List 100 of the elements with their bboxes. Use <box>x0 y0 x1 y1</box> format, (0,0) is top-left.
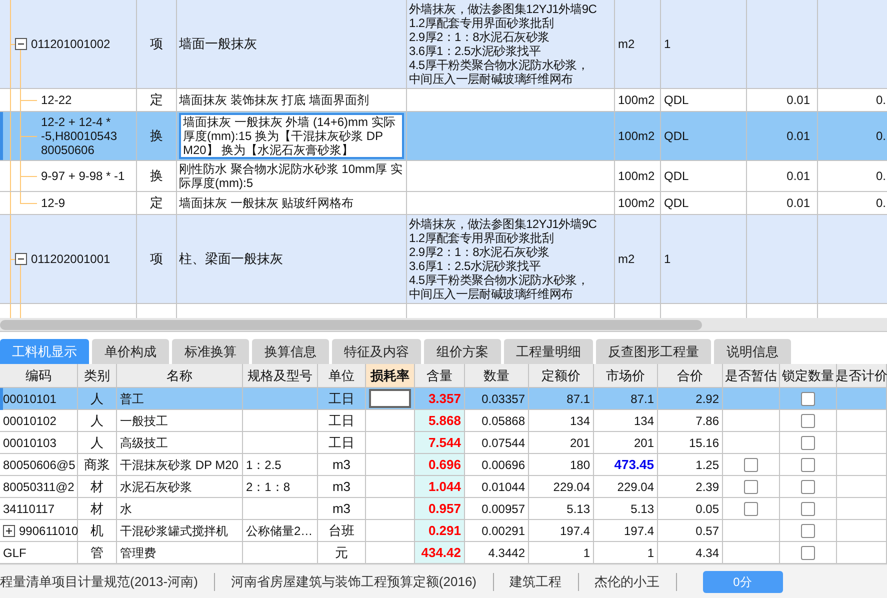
market-price-text: 134 <box>634 412 654 430</box>
expression-text: QDL <box>664 168 689 185</box>
name-text: 管理费 <box>120 544 156 562</box>
quota-price-text: 5.13 <box>566 500 590 518</box>
table-row[interactable]: 011201001002 项 墙面一般抹灰 外墙抹灰，做法参图集12YJ1外墙9C 1.2厚配套专用界面砂浆批刮 2.9厚2：1：8水泥石灰砂浆 3.6厚1：2.5水泥砂浆找平 4.5厚干粉类聚合物水泥防水砂浆， 中间压入一层耐碱玻璃纤维网布 m2 1 <box>0 0 887 89</box>
horizontal-scrollbar[interactable] <box>0 318 887 332</box>
category-text: 材 <box>90 478 104 496</box>
quantity-text: 0.01044 <box>482 478 525 496</box>
checkbox[interactable] <box>801 436 815 450</box>
name-text: 普工 <box>120 390 144 408</box>
name-text: 水 <box>120 500 132 518</box>
unit-text: 工日 <box>328 390 354 408</box>
tab[interactable]: 单价构成 <box>92 339 169 364</box>
checkbox[interactable] <box>801 524 815 538</box>
name-text: 柱、梁面一般抹灰 <box>179 250 283 268</box>
unit-text: 100m2 <box>618 168 655 185</box>
unit-text: m3 <box>332 456 351 474</box>
table-row[interactable]: 12-2 + 12-4 * -5,H80010543 80050606 换 墙面抹灰 一般抹灰 外墙 (14+6)mm 实际厚度(mm):15 换为【干混抹灰砂浆 DP M20】 换为【水泥石灰膏砂浆】 100m2 QDL 0.01 0. <box>0 112 887 161</box>
tab[interactable]: 说明信息 <box>714 339 791 364</box>
table-row[interactable]: 80050311@2 材 水泥石灰砂浆 2：1：8 m3 1.044 0.01044 229.04 229.04 2.39 <box>0 476 887 498</box>
table-row[interactable]: 011202001001 项 柱、梁面一般抹灰 外墙抹灰，做法参图集12YJ1外墙9C 1.2厚配套专用界面砂浆批刮 2.9厚2：1：8水泥石灰砂浆 3.6厚1：2.5水泥砂浆找平 4.5厚干粉类聚合物水泥防水砂浆， 中间压入一层耐碱玻璃纤维网布 m2 1 <box>0 215 887 304</box>
table-row[interactable]: 00010101 人 普工 工日 3.357 0.03357 87.1 87.1 2.92 <box>0 388 887 410</box>
feature-line: 4.5厚干粉类聚合物水泥防水砂浆， <box>409 273 589 287</box>
quota-price-text: 87.1 <box>566 390 590 408</box>
quantity-text: 4.3442 <box>488 544 525 562</box>
scrollbar-thumb[interactable] <box>0 320 702 330</box>
code-text: 011202001001 <box>31 252 110 266</box>
tab[interactable]: 标准换算 <box>172 339 249 364</box>
total-text: 2.92 <box>696 390 719 408</box>
value-text: 0. <box>876 195 886 212</box>
content-text: 3.357 <box>428 390 461 408</box>
value-text: 0. <box>876 168 886 185</box>
category-text: 商浆 <box>84 456 110 474</box>
category-text: 机 <box>90 522 104 540</box>
market-price-text: 229.04 <box>617 478 654 496</box>
unit-text: 台班 <box>328 522 354 540</box>
market-price-text: 1 <box>647 544 654 562</box>
checkbox[interactable] <box>744 480 758 494</box>
checkbox[interactable] <box>744 458 758 472</box>
collapse-icon[interactable] <box>15 38 27 50</box>
tab[interactable]: 特征及内容 <box>332 339 421 364</box>
content-text: 0.696 <box>428 456 461 474</box>
code-text: 00010102 <box>3 412 56 430</box>
code-text: 011201001002 <box>31 37 110 51</box>
tab[interactable]: 反查图形工程量 <box>596 339 711 364</box>
feature-line: 2.9厚2：1：8水泥石灰砂浆 <box>409 245 550 259</box>
feature-line: 3.6厚1：2.5水泥砂浆找平 <box>409 259 541 273</box>
tab[interactable]: 换算信息 <box>252 339 329 364</box>
expression-text: QDL <box>664 128 689 145</box>
table-row[interactable]: 80050606@5 商浆 干混抹灰砂浆 DP M20 1：2.5 m3 0.696 0.00696 180 473.45 1.25 <box>0 454 887 476</box>
code-text: 00010101 <box>3 390 56 408</box>
name-text: 干混砂浆罐式搅拌机 <box>120 522 228 540</box>
unit-text: m2 <box>618 251 635 268</box>
unit-text: m2 <box>618 36 635 53</box>
checkbox[interactable] <box>801 546 815 560</box>
name-field[interactable]: 墙面抹灰 一般抹灰 外墙 (14+6)mm 实际厚度(mm):15 换为【干混抹灰砂浆 DP M20】 换为【水泥石灰膏砂浆】 <box>179 113 404 159</box>
feature-line: 1.2厚配套专用界面砂浆批刮 <box>409 16 554 30</box>
checkbox[interactable] <box>744 502 758 516</box>
table-row[interactable]: 990611010 机 干混砂浆罐式搅拌机 公称储量2… 台班 0.291 0.00291 197.4 197.4 0.57 <box>0 520 887 542</box>
content-text: 5.868 <box>428 412 461 430</box>
checkbox[interactable] <box>801 414 815 428</box>
spec-text: 1：2.5 <box>246 456 282 474</box>
value-text: 0. <box>876 92 886 109</box>
checkbox[interactable] <box>801 392 815 406</box>
table-row[interactable]: 00010102 人 一般技工 工日 5.868 0.05868 134 134 7.86 <box>0 410 887 432</box>
table-row[interactable]: 00010103 人 高级技工 工日 7.544 0.07544 201 201 15.16 <box>0 432 887 454</box>
quantity-text: 0.01 <box>786 128 810 145</box>
code-text: 80050606@5 <box>3 456 76 474</box>
quota-price-text: 1 <box>583 544 590 562</box>
feature-line: 3.6厚1：2.5水泥砂浆找平 <box>409 44 541 58</box>
tab[interactable]: 组价方案 <box>424 339 501 364</box>
table-row[interactable]: GLF 管 管理费 元 434.42 4.3442 1 1 4.34 <box>0 542 887 564</box>
table-row[interactable]: 12-22 定 墙面抹灰 装饰抹灰 打底 墙面界面剂 100m2 QDL 0.01 0. <box>0 89 887 112</box>
name-text: 干混抹灰砂浆 DP M20 <box>120 456 238 474</box>
table-row[interactable]: 12-9 定 墙面抹灰 一般抹灰 贴玻纤网格布 100m2 QDL 0.01 0. <box>0 192 887 215</box>
code-text: 12-2 + 12-4 * -5,H80010543 80050606 <box>41 115 118 157</box>
code-text: 80050311@2 <box>3 478 74 496</box>
collapse-icon[interactable] <box>15 253 27 265</box>
type-text: 换 <box>150 127 163 146</box>
expand-icon[interactable] <box>3 524 15 536</box>
column-header[interactable]: 损耗率 <box>366 364 415 388</box>
total-text: 1.25 <box>696 456 719 474</box>
loss-rate-field[interactable] <box>369 389 411 408</box>
unit-text: 工日 <box>328 412 354 430</box>
table-row[interactable]: 9-97 + 9-98 * -1 换 刚性防水 聚合物水泥防水砂浆 10mm厚 实际厚度(mm):5 100m2 QDL 0.01 0. <box>0 161 887 192</box>
checkbox[interactable] <box>801 502 815 516</box>
code-text: 990611010 <box>19 522 78 540</box>
name-text: 水泥石灰砂浆 <box>120 478 192 496</box>
name-text: 一般技工 <box>120 412 168 430</box>
tab[interactable]: 工程量明细 <box>504 339 593 364</box>
type-text: 换 <box>150 167 163 186</box>
category-text: 材 <box>90 500 104 518</box>
expression-text: QDL <box>664 195 689 212</box>
unit-text: 100m2 <box>618 92 655 109</box>
checkbox[interactable] <box>801 480 815 494</box>
quota-price-text: 229.04 <box>553 478 590 496</box>
table-row[interactable]: 34110117 材 水 m3 0.957 0.00957 5.13 5.13 0.05 <box>0 498 887 520</box>
quantity-text: 0.01 <box>786 195 810 212</box>
checkbox[interactable] <box>801 458 815 472</box>
type-text: 定 <box>150 91 163 110</box>
